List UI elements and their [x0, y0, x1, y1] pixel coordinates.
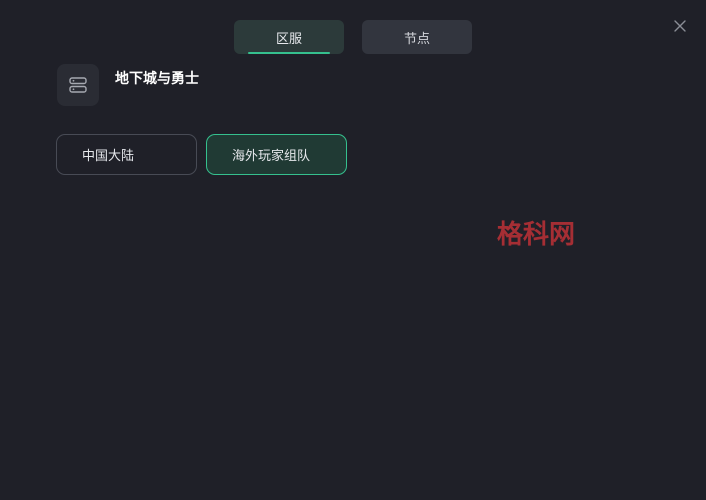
- tab-node-label: 节点: [403, 31, 430, 47]
- region-options: 中国大陆 海外玩家组队: [56, 134, 347, 175]
- region-select-dialog: 区服 节点 地下城与勇士 中国大陆 海外玩家组队 格科网: [0, 0, 706, 500]
- region-option-overseas-label: 海外玩家组队: [232, 149, 311, 164]
- close-button[interactable]: [670, 16, 690, 36]
- tab-bar: 区服 节点: [234, 20, 472, 54]
- tab-region-label: 区服: [275, 31, 302, 47]
- tab-region[interactable]: 区服: [234, 20, 344, 54]
- watermark: 格科网: [497, 220, 576, 250]
- region-option-overseas[interactable]: 海外玩家组队: [206, 134, 347, 175]
- region-option-mainland[interactable]: 中国大陆: [56, 134, 197, 175]
- game-title: 地下城与勇士: [115, 71, 199, 87]
- server-stack-icon: [57, 64, 99, 106]
- region-option-mainland-label: 中国大陆: [82, 149, 135, 164]
- tab-node[interactable]: 节点: [362, 20, 472, 54]
- close-icon: [674, 20, 686, 32]
- game-header: 地下城与勇士: [57, 64, 199, 106]
